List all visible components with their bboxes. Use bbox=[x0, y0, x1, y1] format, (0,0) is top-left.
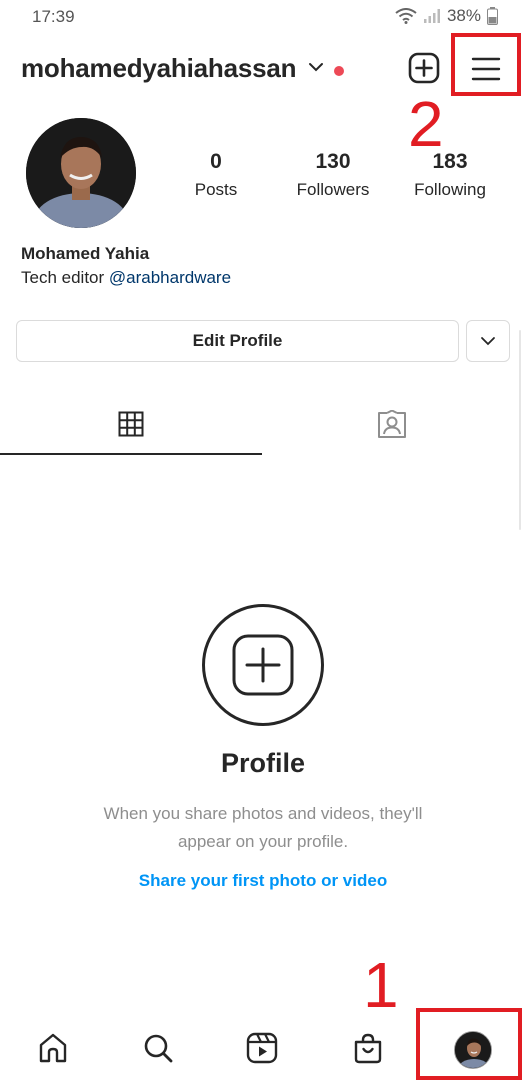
annotation-label-2: 2 bbox=[408, 88, 444, 160]
stat-posts[interactable]: 0 Posts bbox=[156, 150, 276, 200]
status-bar: 17:39 38% bbox=[0, 0, 522, 34]
battery-percent: 38% bbox=[446, 6, 481, 25]
stat-followers-label: Followers bbox=[296, 180, 370, 199]
stat-following[interactable]: 183 Following bbox=[390, 150, 510, 200]
suggested-dropdown-button[interactable] bbox=[466, 320, 510, 362]
annotation-box-menu bbox=[451, 33, 521, 96]
nav-shop[interactable] bbox=[350, 1030, 386, 1066]
status-time: 17:39 bbox=[32, 7, 75, 26]
battery-icon bbox=[487, 7, 498, 25]
username[interactable]: mohamedyahiahassan bbox=[21, 53, 296, 84]
bottom-nav bbox=[0, 1010, 522, 1080]
share-first-photo-link[interactable]: Share your first photo or video bbox=[0, 871, 522, 891]
empty-state-description: When you share photos and videos, they'l… bbox=[103, 804, 423, 851]
reels-icon bbox=[246, 1032, 278, 1064]
empty-state-circle[interactable] bbox=[202, 604, 324, 726]
chevron-down-icon bbox=[481, 337, 495, 346]
notification-dot bbox=[334, 66, 344, 76]
wifi-icon bbox=[395, 8, 417, 24]
profile-header: mohamedyahiahassan bbox=[0, 40, 522, 98]
add-post-icon bbox=[232, 634, 294, 696]
shop-icon bbox=[354, 1033, 382, 1064]
search-icon bbox=[144, 1034, 173, 1063]
grid-icon bbox=[118, 411, 144, 437]
stat-posts-value: 0 bbox=[210, 150, 222, 173]
profile-avatar bbox=[455, 1032, 491, 1068]
chevron-down-icon[interactable] bbox=[308, 62, 324, 72]
tab-tagged[interactable] bbox=[262, 395, 522, 455]
stat-followers-value: 130 bbox=[315, 150, 351, 173]
tagged-icon bbox=[378, 410, 406, 438]
profile-avatar-large[interactable] bbox=[26, 118, 136, 228]
nav-home[interactable] bbox=[35, 1030, 71, 1066]
annotation-label-1: 1 bbox=[363, 949, 399, 1021]
profile-bio: Tech editor @arabhardware bbox=[21, 268, 231, 288]
profile-name: Mohamed Yahia bbox=[21, 244, 150, 263]
bio-prefix: Tech editor bbox=[21, 268, 109, 287]
tab-posts-grid[interactable] bbox=[0, 395, 262, 455]
nav-profile-avatar[interactable] bbox=[454, 1031, 492, 1069]
new-post-plus-icon[interactable] bbox=[408, 52, 440, 84]
stat-following-label: Following bbox=[414, 180, 486, 199]
profile-photo bbox=[26, 118, 136, 228]
home-icon bbox=[39, 1033, 67, 1063]
nav-search[interactable] bbox=[140, 1030, 176, 1066]
bio-mention-link[interactable]: @arabhardware bbox=[109, 268, 231, 287]
edit-profile-button[interactable]: Edit Profile bbox=[16, 320, 459, 362]
stat-followers[interactable]: 130 Followers bbox=[273, 150, 393, 200]
stat-posts-label: Posts bbox=[194, 180, 238, 199]
stat-following-value: 183 bbox=[432, 150, 468, 173]
empty-state-title: Profile bbox=[220, 748, 306, 778]
signal-icon bbox=[423, 9, 440, 23]
nav-reels[interactable] bbox=[244, 1030, 280, 1066]
